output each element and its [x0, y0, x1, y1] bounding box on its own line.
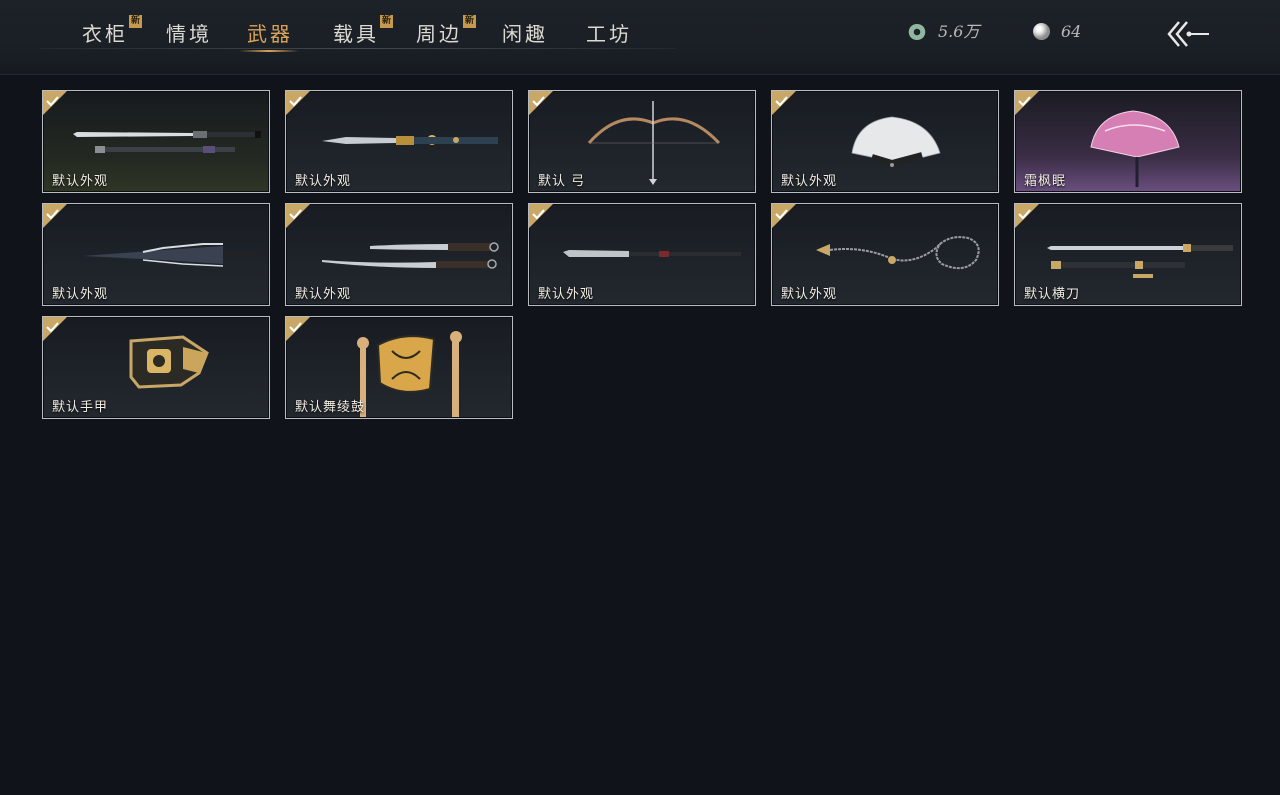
equipped-check-icon: [43, 91, 67, 115]
tab-wardrobe[interactable]: 衣柜 新: [82, 15, 142, 50]
item-label: 默认外观: [52, 174, 109, 189]
equipped-check-icon: [529, 91, 553, 115]
tab-workshop[interactable]: 工坊: [586, 18, 632, 50]
pearl-counter: 64: [1033, 20, 1081, 44]
weapon-card[interactable]: 默认横刀: [1014, 203, 1242, 306]
item-label: 默认外观: [52, 287, 109, 302]
weapon-card[interactable]: 默认外观: [285, 90, 513, 193]
tab-label: 工坊: [586, 22, 632, 46]
weapon-card[interactable]: 默认外观: [771, 203, 999, 306]
new-badge: 新: [380, 15, 393, 28]
coin-icon: [908, 24, 926, 40]
item-label: 默认外观: [781, 174, 838, 189]
weapon-card[interactable]: 默认外观: [771, 90, 999, 193]
tab-scene[interactable]: 情境: [166, 18, 212, 50]
weapon-card[interactable]: 默认手甲: [42, 316, 270, 419]
coin-counter: 5.6万: [908, 20, 979, 44]
tab-label: 情境: [166, 22, 212, 46]
item-label: 默认外观: [781, 287, 838, 302]
equipped-check-icon: [529, 204, 553, 228]
item-label: 默认外观: [295, 174, 352, 189]
equipped-check-icon: [772, 204, 796, 228]
item-label: 默认 弓: [538, 174, 586, 189]
new-badge: 新: [129, 15, 142, 28]
tab-label: 载具: [333, 22, 379, 46]
tab-label: 闲趣: [502, 22, 548, 46]
weapon-card[interactable]: 默认 弓: [528, 90, 756, 193]
tab-label: 武器: [247, 22, 293, 46]
equipped-check-icon: [43, 317, 67, 341]
top-nav-bar: 衣柜 新 情境 武器 载具 新 周边 新 闲趣 工坊 5.6万 64: [0, 0, 1280, 75]
weapon-card[interactable]: 默认外观: [42, 203, 270, 306]
equipped-check-icon: [286, 204, 310, 228]
weapon-card[interactable]: 默认外观: [528, 203, 756, 306]
item-label: 默认外观: [295, 287, 352, 302]
item-label: 霜枫眠: [1024, 174, 1067, 189]
weapon-card[interactable]: 默认外观: [285, 203, 513, 306]
equipped-check-icon: [43, 204, 67, 228]
tab-accessories[interactable]: 周边 新: [416, 15, 476, 50]
pearl-icon: [1033, 23, 1050, 40]
equipped-check-icon: [1015, 204, 1039, 228]
back-arrow-icon: [1167, 21, 1209, 47]
item-label: 默认舞绫鼓: [295, 400, 366, 415]
weapon-card[interactable]: 霜枫眠: [1014, 90, 1242, 193]
equipped-check-icon: [286, 91, 310, 115]
tab-mounts[interactable]: 载具 新: [333, 15, 393, 50]
equipped-check-icon: [772, 91, 796, 115]
coin-amount: 5.6万: [938, 22, 980, 41]
tab-label: 周边: [416, 22, 462, 46]
item-label: 默认外观: [538, 287, 595, 302]
item-label: 默认横刀: [1024, 287, 1081, 302]
equipped-check-icon: [286, 317, 310, 341]
equipped-check-icon: [1015, 91, 1039, 115]
back-button[interactable]: [1165, 16, 1211, 52]
pearl-amount: 64: [1061, 22, 1082, 41]
tab-leisure[interactable]: 闲趣: [502, 18, 548, 50]
weapon-card[interactable]: 默认外观: [42, 90, 270, 193]
item-label: 默认手甲: [52, 400, 109, 415]
tab-label: 衣柜: [82, 22, 128, 46]
new-badge: 新: [463, 15, 476, 28]
weapon-card[interactable]: 默认舞绫鼓: [285, 316, 513, 419]
tab-weapons[interactable]: 武器: [239, 18, 299, 52]
